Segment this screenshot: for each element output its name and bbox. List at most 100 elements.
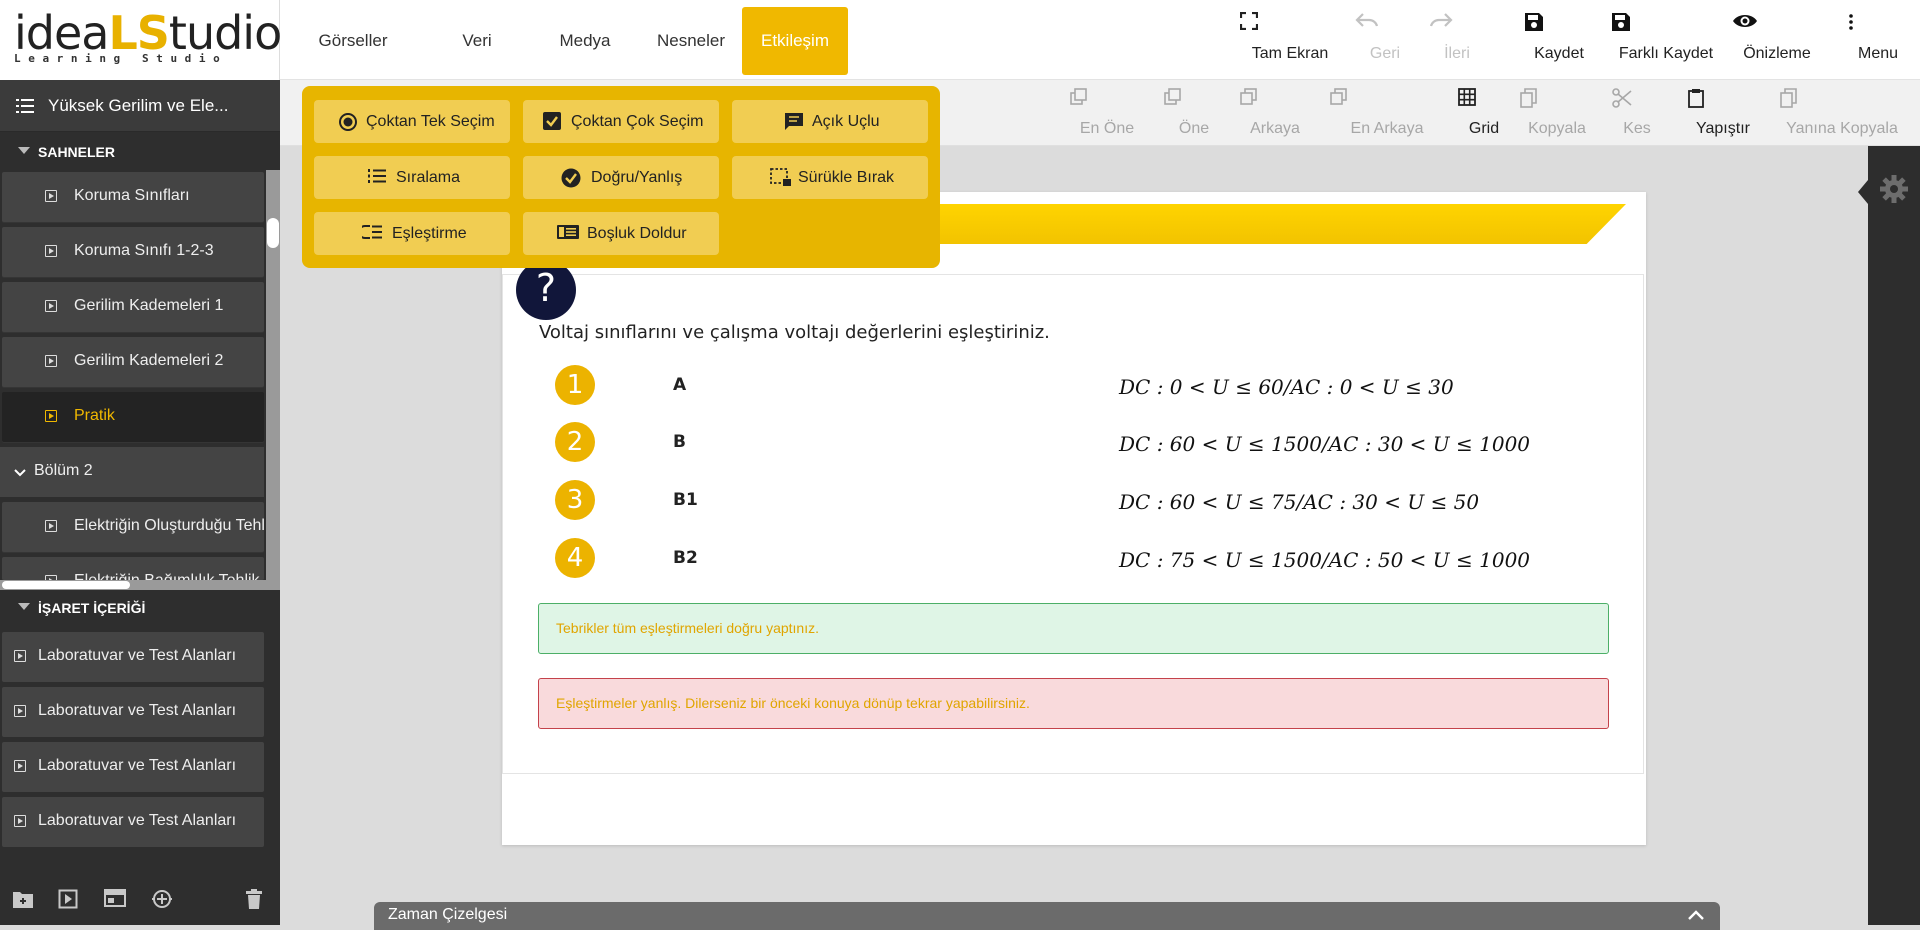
layers-forward-icon — [1164, 88, 1224, 106]
grid-button[interactable]: Grid — [1458, 88, 1510, 140]
match-row[interactable]: 1 A DC : 0 < U ≤ 60/AC : 0 < U ≤ 30 — [555, 365, 1515, 407]
radio-icon — [338, 112, 358, 132]
scene-play-icon — [45, 190, 57, 202]
match-row[interactable]: 3 B1 DC : 60 < U ≤ 75/AC : 30 < U ≤ 50 — [555, 480, 1515, 522]
clipboard-icon — [1688, 88, 1758, 108]
menu-button[interactable]: Menu — [1848, 12, 1908, 68]
match-label[interactable]: B1 — [673, 490, 698, 510]
scene-item[interactable]: Koruma Sınıfları — [2, 172, 264, 222]
match-label[interactable]: B2 — [673, 548, 698, 568]
scene-play-icon — [45, 410, 57, 422]
match-number-badge: 3 — [555, 480, 595, 520]
match-label[interactable]: A — [673, 375, 686, 395]
section-bolum-2[interactable]: Bölüm 2 — [0, 447, 264, 497]
add-scene-icon[interactable] — [58, 889, 78, 909]
match-value[interactable]: DC : 0 < U ≤ 60/AC : 0 < U ≤ 30 — [1119, 375, 1454, 399]
scenes-vertical-scrollbar[interactable] — [266, 170, 280, 580]
trash-icon[interactable] — [246, 889, 262, 909]
open-ended-option[interactable]: Açık Uçlu — [732, 100, 928, 143]
logo-tagline: Learning Studio — [14, 52, 228, 65]
logo-wordmark: ideaLStudio — [14, 6, 282, 60]
more-vertical-icon — [1848, 12, 1908, 32]
tab-etkilesim[interactable]: Etkileşim — [742, 7, 848, 75]
success-feedback[interactable]: Tebrikler tüm eşleştirmeleri doğru yaptı… — [538, 603, 1609, 654]
signs-section-header[interactable]: İŞARET İÇERİĞİ — [0, 588, 280, 628]
save-button[interactable]: Kaydet — [1524, 12, 1594, 68]
send-backward-button[interactable]: Arkaya — [1240, 88, 1310, 140]
save-as-button[interactable]: Farklı Kaydet — [1611, 12, 1721, 68]
chevron-up-icon[interactable] — [1688, 910, 1704, 920]
tab-veri[interactable]: Veri — [432, 7, 522, 75]
duplicate-beside-button[interactable]: Yanına Kopyala — [1780, 88, 1904, 140]
match-label[interactable]: B — [673, 432, 686, 452]
scissors-icon — [1612, 88, 1662, 108]
scene-item[interactable]: Elektriğin Oluşturduğu Tehlik — [2, 502, 264, 552]
add-folder-icon[interactable] — [12, 889, 34, 909]
fullscreen-icon — [1240, 12, 1340, 30]
top-menu-bar: Görseller Veri Medya Nesneler Etkileşim … — [280, 0, 1920, 80]
comment-icon — [784, 112, 804, 130]
sign-item[interactable]: Laboratuvar ve Test Alanları — [2, 687, 264, 737]
project-header[interactable]: Yüksek Gerilim ve Ele... — [0, 80, 280, 132]
tab-nesneler[interactable]: Nesneler — [638, 7, 744, 75]
redo-icon — [1427, 12, 1487, 28]
scenes-section-header[interactable]: SAHNELER — [0, 132, 280, 172]
layers-backward-icon — [1240, 88, 1310, 106]
match-row[interactable]: 2 B DC : 60 < U ≤ 1500/AC : 30 < U ≤ 100… — [555, 422, 1530, 464]
sign-item[interactable]: Laboratuvar ve Test Alanları — [2, 742, 264, 792]
fullscreen-button[interactable]: Tam Ekran — [1240, 12, 1340, 68]
app-logo[interactable]: ideaLStudio Learning Studio — [0, 0, 282, 80]
sign-play-icon — [14, 705, 26, 717]
scene-play-icon — [45, 355, 57, 367]
question-badge: ? — [516, 260, 576, 320]
match-list-icon — [362, 224, 382, 240]
cut-button[interactable]: Kes — [1612, 88, 1662, 140]
add-layout-icon[interactable] — [104, 889, 126, 907]
match-value[interactable]: DC : 60 < U ≤ 1500/AC : 30 < U ≤ 1000 — [1119, 432, 1530, 456]
sign-play-icon — [14, 760, 26, 772]
scene-item[interactable]: Koruma Sınıfı 1-2-3 — [2, 227, 264, 277]
sign-play-icon — [14, 815, 26, 827]
sign-item[interactable]: Laboratuvar ve Test Alanları — [2, 797, 264, 847]
undo-button[interactable]: Geri — [1355, 12, 1415, 68]
tab-medya[interactable]: Medya — [532, 7, 638, 75]
layers-back-icon — [1330, 88, 1444, 106]
bring-to-front-button[interactable]: En Öne — [1070, 88, 1144, 140]
scene-item[interactable]: Gerilim Kademeleri 2 — [2, 337, 264, 387]
sidebar-footer-tools — [0, 875, 280, 925]
true-false-option[interactable]: Doğru/Yanlış — [523, 156, 719, 199]
grid-icon — [1458, 88, 1510, 106]
chevron-down-icon — [14, 469, 26, 477]
matching-option[interactable]: Eşleştirme — [314, 212, 510, 255]
fill-blank-icon — [557, 224, 579, 240]
bring-forward-button[interactable]: Öne — [1164, 88, 1224, 140]
redo-button[interactable]: İleri — [1427, 12, 1487, 68]
scrollbar-thumb[interactable] — [267, 218, 279, 248]
match-row[interactable]: 4 B2 DC : 75 < U ≤ 1500/AC : 50 < U ≤ 10… — [555, 538, 1530, 580]
fill-blank-option[interactable]: Boşluk Doldur — [523, 212, 719, 255]
layers-front-icon — [1070, 88, 1144, 106]
scene-item[interactable]: Gerilim Kademeleri 1 — [2, 282, 264, 332]
drag-drop-option[interactable]: Sürükle Bırak — [732, 156, 928, 199]
gear-icon[interactable] — [1879, 174, 1909, 204]
add-circle-icon[interactable] — [150, 889, 174, 909]
match-number-badge: 2 — [555, 422, 595, 462]
scene-item-active[interactable]: Pratik — [2, 392, 264, 442]
match-value[interactable]: DC : 75 < U ≤ 1500/AC : 50 < U ≤ 1000 — [1119, 548, 1530, 572]
sign-item[interactable]: Laboratuvar ve Test Alanları — [2, 632, 264, 682]
preview-button[interactable]: Önizleme — [1732, 12, 1822, 68]
scene-item[interactable]: Elektriğin Bağımlılık Tehlik — [2, 557, 264, 580]
multiple-choice-option[interactable]: Çoktan Çok Seçim — [523, 100, 719, 143]
match-number-badge: 1 — [555, 365, 595, 405]
paste-button[interactable]: Yapıştır — [1688, 88, 1758, 140]
scene-play-icon — [45, 245, 57, 257]
properties-panel-toggle[interactable] — [1858, 146, 1920, 925]
ordering-option[interactable]: Sıralama — [314, 156, 510, 199]
copy-button[interactable]: Kopyala — [1520, 88, 1594, 140]
send-to-back-button[interactable]: En Arkaya — [1330, 88, 1444, 140]
tab-gorseller[interactable]: Görseller — [300, 7, 406, 75]
single-choice-option[interactable]: Çoktan Tek Seçim — [314, 100, 510, 143]
match-value[interactable]: DC : 60 < U ≤ 75/AC : 30 < U ≤ 50 — [1119, 490, 1479, 514]
error-feedback[interactable]: Eşleştirmeler yanlış. Dilerseniz bir önc… — [538, 678, 1609, 729]
timeline-bar[interactable]: Zaman Çizelgesi — [374, 902, 1720, 930]
